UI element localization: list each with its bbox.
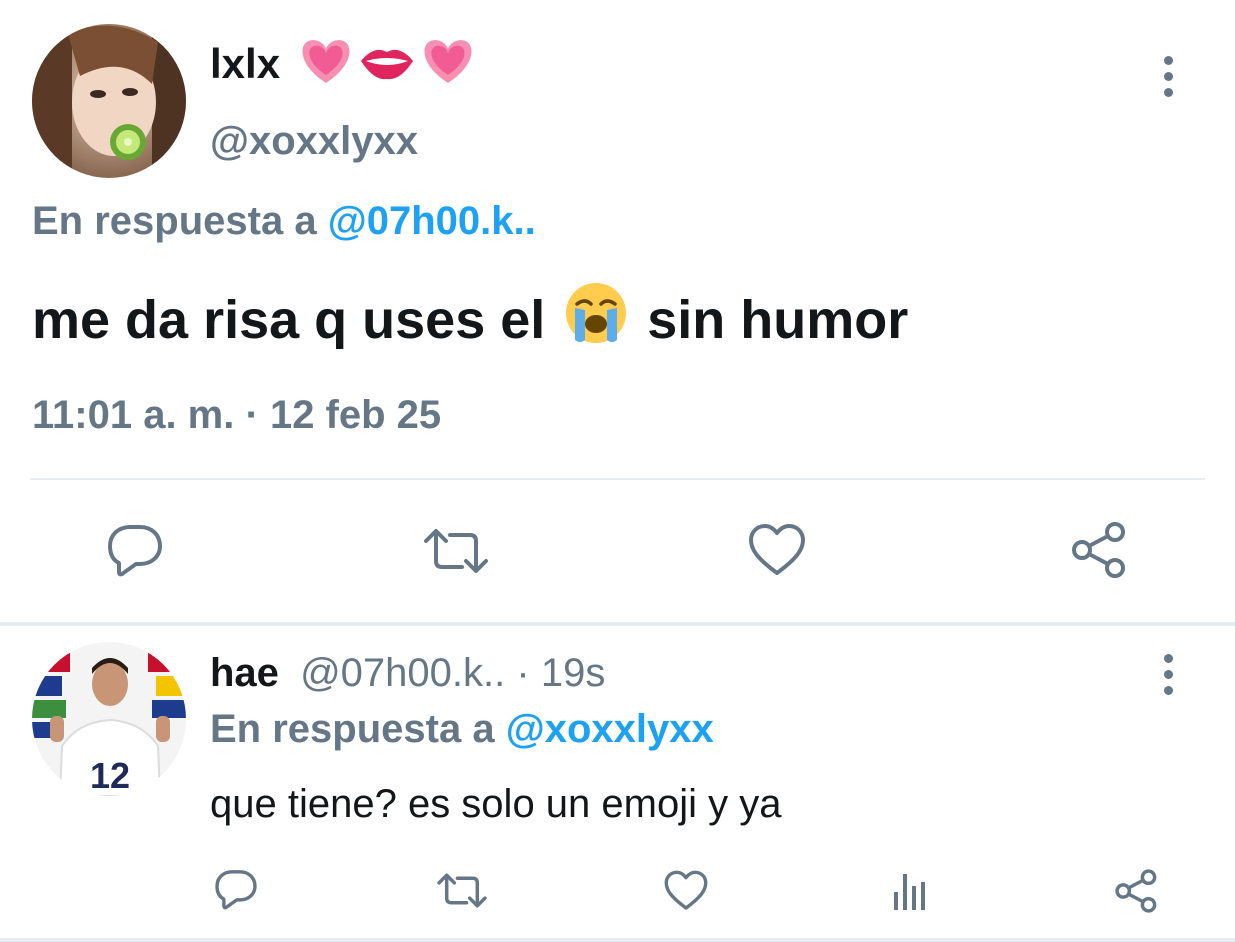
retweet-icon[interactable] [422, 527, 490, 575]
like-icon[interactable] [664, 870, 708, 911]
separator-dot: · [245, 393, 259, 437]
handle[interactable]: @07h00.k.. [300, 651, 505, 695]
share-icon[interactable] [1070, 520, 1130, 580]
pink-heart-icon [298, 37, 354, 92]
tweet-text: que tiene? es solo un emoji y ya [210, 782, 782, 826]
reply-context: En respuesta a @07h00.k.. [32, 196, 536, 246]
timestamp[interactable]: 11:01 a. m. · 12 feb 25 [32, 390, 441, 440]
reply-to-mention[interactable]: @07h00.k.. [328, 199, 536, 243]
display-name[interactable]: hae [210, 651, 279, 695]
jersey-number: 12 [90, 755, 130, 796]
reply-prefix: En respuesta a [210, 707, 495, 751]
reply-to-mention[interactable]: @xoxxlyxx [506, 707, 714, 751]
analytics-icon[interactable] [890, 870, 932, 912]
section-divider [0, 622, 1235, 626]
tweet-text-part2: sin humor [647, 290, 909, 350]
like-icon[interactable] [748, 523, 806, 577]
display-name[interactable]: lxlx [210, 38, 280, 90]
tweet-age[interactable]: 19s [541, 651, 606, 695]
retweet-icon[interactable] [436, 872, 488, 909]
tweet-date: 12 feb 25 [269, 393, 442, 437]
separator-dot: · [516, 651, 530, 695]
more-options-icon[interactable] [1164, 56, 1173, 97]
bottom-divider [0, 938, 1235, 942]
reply-prefix: En respuesta a [32, 199, 317, 243]
avatar[interactable] [32, 24, 186, 178]
avatar[interactable]: 12 [32, 642, 186, 796]
share-icon[interactable] [1114, 868, 1160, 914]
tweet-text-part1: me da risa q uses el [32, 290, 546, 350]
loudly-crying-face-icon [563, 280, 629, 360]
tweet-time: 11:01 a. m. [32, 393, 235, 437]
reply-icon[interactable] [106, 523, 164, 579]
lips-icon [358, 37, 416, 92]
handle[interactable]: @xoxxlyxx [210, 116, 418, 166]
tweet-text: me da risa q uses el sin humor [32, 280, 908, 360]
name-emojis [298, 38, 476, 90]
reply-icon[interactable] [214, 868, 258, 912]
pink-heart-icon [420, 37, 476, 92]
reply-context: En respuesta a @xoxxlyxx [210, 704, 714, 754]
more-options-icon[interactable] [1164, 654, 1173, 695]
reply-header: hae @07h00.k.. · 19s [210, 648, 605, 698]
divider [30, 478, 1205, 480]
